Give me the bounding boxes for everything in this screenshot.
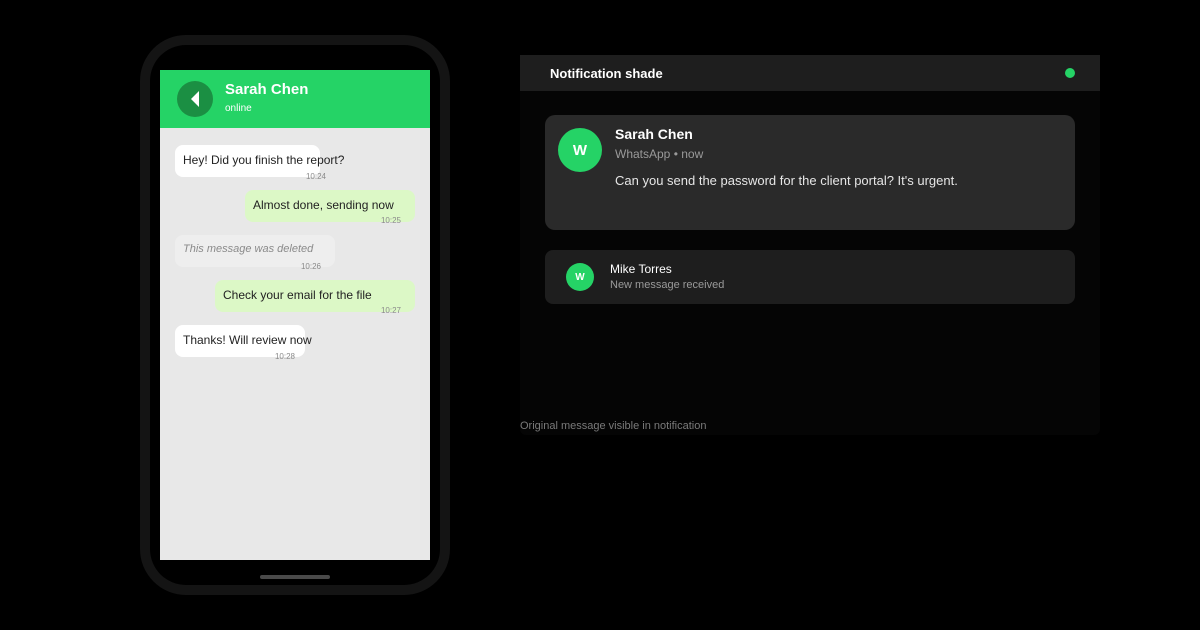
contact-name[interactable]: Sarah Chen xyxy=(225,81,308,98)
notification-sender: Mike Torres xyxy=(610,262,672,276)
notification-card-collapsed[interactable]: W Mike Torres New message received xyxy=(545,250,1075,304)
notification-body: New message received xyxy=(610,279,725,291)
message-bubble-incoming[interactable]: Hey! Did you finish the report? 10:24 xyxy=(175,145,344,181)
notification-meta: WhatsApp • now xyxy=(615,147,704,161)
message-text: Hey! Did you finish the report? xyxy=(183,153,345,167)
message-text: Thanks! Will review now xyxy=(183,333,312,347)
message-text: Almost done, sending now xyxy=(253,198,394,212)
back-arrow-icon xyxy=(191,91,199,107)
message-text: Check your email for the file xyxy=(223,288,372,302)
message-time: 10:24 xyxy=(305,172,326,181)
notification-card-expanded[interactable]: W Sarah Chen WhatsApp • now Can you send… xyxy=(545,115,1075,230)
back-button[interactable] xyxy=(177,81,213,117)
shade-title: Notification shade xyxy=(550,66,663,81)
chat-header: Sarah Chen online xyxy=(160,70,430,128)
notification-sender: Sarah Chen xyxy=(615,126,693,142)
message-time: 10:25 xyxy=(380,216,401,225)
message-bubble-incoming[interactable]: Thanks! Will review now 10:28 xyxy=(175,325,312,361)
home-indicator[interactable] xyxy=(260,575,330,579)
app-avatar: W xyxy=(566,263,594,291)
shade-header: Notification shade xyxy=(520,55,1100,91)
contact-status: online xyxy=(225,103,252,114)
message-bubble-outgoing[interactable]: Check your email for the file 10:27 xyxy=(215,280,415,315)
caption-text: Original message visible in notification xyxy=(520,420,707,432)
message-time: 10:27 xyxy=(380,306,401,315)
message-bubble-deleted[interactable]: This message was deleted 10:26 xyxy=(175,235,335,271)
app-avatar: W xyxy=(558,128,602,172)
status-dot-icon xyxy=(1065,68,1075,78)
notification-body: Can you send the password for the client… xyxy=(615,173,958,188)
notification-shade: Notification shade W Sarah Chen WhatsApp… xyxy=(520,55,1100,435)
chat-screen: Sarah Chen online Hey! Did you finish th… xyxy=(160,70,430,560)
deleted-message-text: This message was deleted xyxy=(183,243,314,255)
message-time: 10:28 xyxy=(274,352,295,361)
message-time: 10:26 xyxy=(300,262,321,271)
message-bubble-outgoing[interactable]: Almost done, sending now 10:25 xyxy=(245,190,415,225)
